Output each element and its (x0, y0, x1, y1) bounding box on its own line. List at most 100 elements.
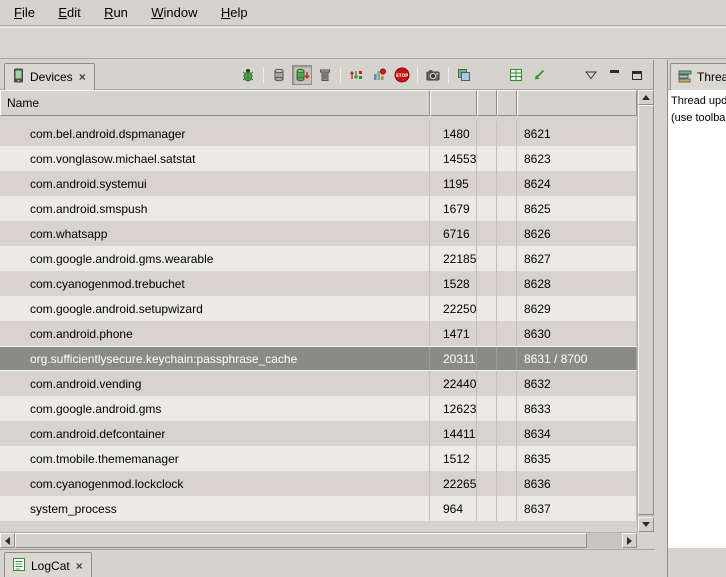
minimize-icon[interactable] (604, 65, 624, 85)
scrollbar-corner (637, 532, 654, 548)
menu-file[interactable]: File (4, 0, 45, 24)
menu-edit[interactable]: Edit (48, 0, 90, 24)
cell-process-name: com.cyanogenmod.lockclock (0, 471, 430, 496)
menu-window[interactable]: Window (141, 0, 207, 24)
cause-gc-icon[interactable] (315, 65, 335, 85)
table-row[interactable]: com.android.phone 1471 8630 (0, 321, 637, 346)
cell-pid: 1195 (430, 171, 477, 196)
table-row[interactable]: com.bel.android.dspmanager 1480 8621 (0, 121, 637, 146)
threads-icon (678, 69, 692, 86)
cell-status2 (497, 296, 517, 321)
tab-logcat[interactable]: LogCat × (4, 552, 92, 577)
cell-port: 8621 (517, 121, 637, 146)
cell-port: 8628 (517, 271, 637, 296)
tab-threads[interactable]: Threads (670, 63, 726, 90)
cell-port: 8632 (517, 371, 637, 396)
cell-status2 (497, 121, 517, 146)
vertical-scrollbar[interactable] (637, 90, 654, 532)
cell-status1 (477, 371, 497, 396)
toolbar-separator (417, 67, 418, 83)
scroll-right-icon[interactable] (622, 533, 637, 548)
cell-pid: 1679 (430, 196, 477, 221)
table-row[interactable]: com.android.vending 22440 8632 (0, 371, 637, 396)
scroll-down-icon[interactable] (638, 517, 654, 532)
table-row[interactable]: com.whatsapp 6716 8626 (0, 221, 637, 246)
table-row[interactable]: com.android.systemui 1195 8624 (0, 171, 637, 196)
tracer-icon[interactable] (529, 65, 549, 85)
table-row[interactable]: com.google.android.gms.wearable 22185 86… (0, 246, 637, 271)
update-heap-icon[interactable] (269, 65, 289, 85)
column-header-name[interactable]: Name (0, 90, 430, 116)
cell-status1 (477, 321, 497, 346)
screen-capture-icon[interactable] (423, 65, 443, 85)
cell-status2 (497, 396, 517, 421)
tab-logcat-close-icon[interactable]: × (75, 559, 84, 573)
cell-process-name: com.whatsapp (0, 221, 430, 246)
main-toolbar (0, 27, 726, 59)
scroll-up-icon[interactable] (638, 90, 654, 105)
cell-port: 8627 (517, 246, 637, 271)
cell-status2 (497, 371, 517, 396)
threads-message: Thread updates not enabled for selected … (668, 90, 726, 548)
horizontal-scrollbar[interactable] (0, 532, 637, 548)
table-row[interactable]: com.android.smspush 1679 8625 (0, 196, 637, 221)
start-method-profiling-icon[interactable] (369, 65, 389, 85)
cell-status1 (477, 246, 497, 271)
cell-port: 8629 (517, 296, 637, 321)
tab-devices-close-icon[interactable]: × (78, 70, 87, 84)
cell-pid: 22185 (430, 246, 477, 271)
cell-status2 (497, 496, 517, 521)
cell-process-name: com.google.android.gms (0, 396, 430, 421)
maximize-icon[interactable] (627, 65, 647, 85)
table-row[interactable]: com.vonglasow.michael.satstat 14553 8623 (0, 146, 637, 171)
cell-pid: 20311 (430, 347, 477, 370)
table-row[interactable]: com.google.android.setupwizard 22250 862… (0, 296, 637, 321)
cell-process-name: com.android.defcontainer (0, 421, 430, 446)
cell-process-name: org.sufficientlysecure.keychain:passphra… (0, 347, 430, 370)
view-menu-icon[interactable] (581, 65, 601, 85)
update-threads-icon[interactable] (346, 65, 366, 85)
cell-status1 (477, 171, 497, 196)
process-table-body: com.bel.android.dspmanager 1480 8621 com… (0, 116, 637, 532)
cell-process-name: com.android.smspush (0, 196, 430, 221)
debug-process-icon[interactable] (238, 65, 258, 85)
stop-process-icon[interactable]: STOP (392, 65, 412, 85)
cell-port: 8634 (517, 421, 637, 446)
table-row[interactable]: com.tmobile.thememanager 1512 8635 (0, 446, 637, 471)
system-info-icon[interactable] (506, 65, 526, 85)
vertical-scrollbar-thumb[interactable] (638, 105, 654, 515)
dump-hprof-icon[interactable] (292, 65, 312, 85)
column-header-status2[interactable] (497, 90, 517, 116)
table-row[interactable]: com.cyanogenmod.lockclock 22265 8636 (0, 471, 637, 496)
threads-message-line: (use toolbar button to enable) (671, 110, 726, 127)
cell-status1 (477, 221, 497, 246)
cell-status1 (477, 196, 497, 221)
cell-status2 (497, 421, 517, 446)
scroll-left-icon[interactable] (0, 533, 15, 548)
table-row[interactable]: system_process 964 8637 (0, 496, 637, 521)
process-table-header: Name (0, 90, 637, 116)
dump-view-hierarchy-icon[interactable] (454, 65, 474, 85)
menu-bar: File Edit Run Window Help (0, 0, 726, 26)
table-row[interactable]: com.google.android.gms 12623 8633 (0, 396, 637, 421)
cell-status1 (477, 396, 497, 421)
column-header-pid[interactable] (430, 90, 477, 116)
horizontal-scrollbar-thumb[interactable] (15, 533, 587, 548)
column-header-status1[interactable] (477, 90, 497, 116)
cell-status2 (497, 221, 517, 246)
cell-process-name: com.android.systemui (0, 171, 430, 196)
table-row[interactable]: com.android.defcontainer 14411 8634 (0, 421, 637, 446)
table-row[interactable]: com.cyanogenmod.trebuchet 1528 8628 (0, 271, 637, 296)
cell-status1 (477, 496, 497, 521)
toolbar-separator (448, 67, 449, 83)
logcat-panel: LogCat × (0, 549, 655, 577)
cell-status1 (477, 471, 497, 496)
menu-run[interactable]: Run (94, 0, 138, 24)
menu-help[interactable]: Help (211, 0, 258, 24)
column-header-port[interactable] (517, 90, 637, 116)
cell-pid: 6716 (430, 221, 477, 246)
cell-status2 (497, 146, 517, 171)
tab-devices[interactable]: Devices × (4, 63, 95, 90)
device-icon (12, 68, 25, 86)
table-row[interactable]: org.sufficientlysecure.keychain:passphra… (0, 346, 637, 371)
